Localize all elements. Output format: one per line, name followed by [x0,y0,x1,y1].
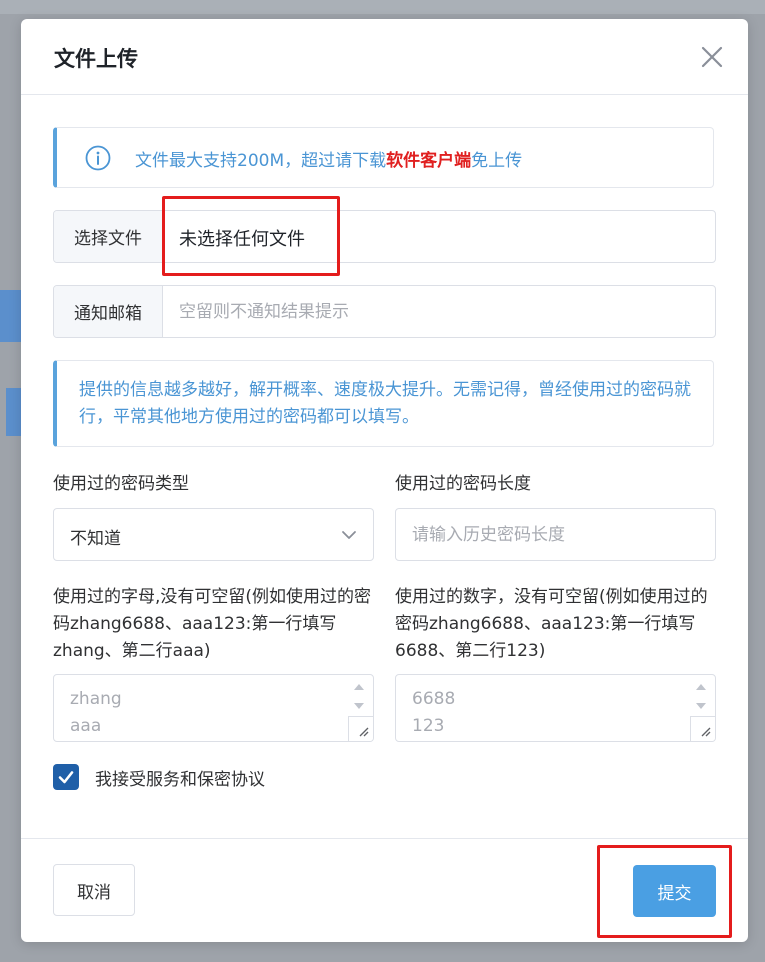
close-button[interactable] [698,43,726,71]
background-app [0,290,21,342]
digits-placeholder-line: 123 [412,716,445,736]
file-name-display: 未选择任何文件 [179,229,305,250]
password-length-label: 使用过的密码长度 [395,474,531,494]
scroll-up-icon[interactable] [695,683,707,691]
resize-handle[interactable] [348,716,373,741]
scroll-down-icon[interactable] [353,702,365,710]
client-download-link[interactable]: 软件客户端 [386,151,471,171]
dialog-footer: 取消 提交 [21,838,748,942]
close-icon [701,46,723,68]
notice-suffix: 免上传 [471,151,523,171]
resize-grip-icon [359,727,369,737]
size-limit-notice: 文件最大支持200M，超过请下载软件客户端免上传 [53,127,714,188]
resize-handle[interactable] [690,716,715,741]
info-icon [85,145,111,171]
email-label: 通知邮箱 [54,286,163,337]
password-type-label: 使用过的密码类型 [53,474,189,494]
letters-label: 使用过的字母,没有可空留(例如使用过的密码zhang6688、aaa123:第一… [53,587,372,661]
dialog-title: 文件上传 [54,47,138,71]
background-app [0,0,765,14]
email-input[interactable] [163,286,715,337]
dialog-header: 文件上传 [21,19,748,95]
password-length-input[interactable] [395,508,716,561]
digits-placeholder-line: 6688 [412,689,456,709]
resize-grip-icon [701,727,711,737]
agreement-row: 我接受服务和保密协议 [53,763,265,791]
cancel-button[interactable]: 取消 [53,864,135,916]
digits-label: 使用过的数字，没有可空留(例如使用过的密码zhang6688、aaa123:第一… [395,587,708,661]
letters-placeholder-line: zhang [70,689,122,709]
letters-textarea[interactable]: zhang aaa [53,674,374,742]
password-hint: 提供的信息越多越好，解开概率、速度极大提升。无需记得，曾经使用过的密码就行，平常… [53,360,714,447]
background-app [6,388,21,436]
password-type-select[interactable]: 不知道 [53,508,374,561]
agreement-checkbox[interactable] [53,764,79,790]
notice-prefix: 文件最大支持200M，超过请下载 [135,151,387,171]
notice-text: 文件最大支持200M，超过请下载软件客户端免上传 [135,146,522,171]
password-type-value: 不知道 [70,529,121,549]
upload-dialog: 文件上传 文件最大支持200M，超过请下载软件客户端免上传 选择文件 未选择任何… [21,19,748,942]
submit-button[interactable]: 提交 [633,865,716,917]
chevron-down-icon [342,531,356,539]
file-picker[interactable]: 选择文件 未选择任何文件 [53,210,716,263]
choose-file-button[interactable]: 选择文件 [54,211,163,262]
agreement-label[interactable]: 我接受服务和保密协议 [95,765,265,790]
scroll-up-icon[interactable] [353,683,365,691]
letters-placeholder-line: aaa [70,716,102,736]
scroll-down-icon[interactable] [695,702,707,710]
check-icon [58,771,74,784]
email-group: 通知邮箱 [53,285,716,338]
digits-textarea[interactable]: 6688 123 [395,674,716,742]
